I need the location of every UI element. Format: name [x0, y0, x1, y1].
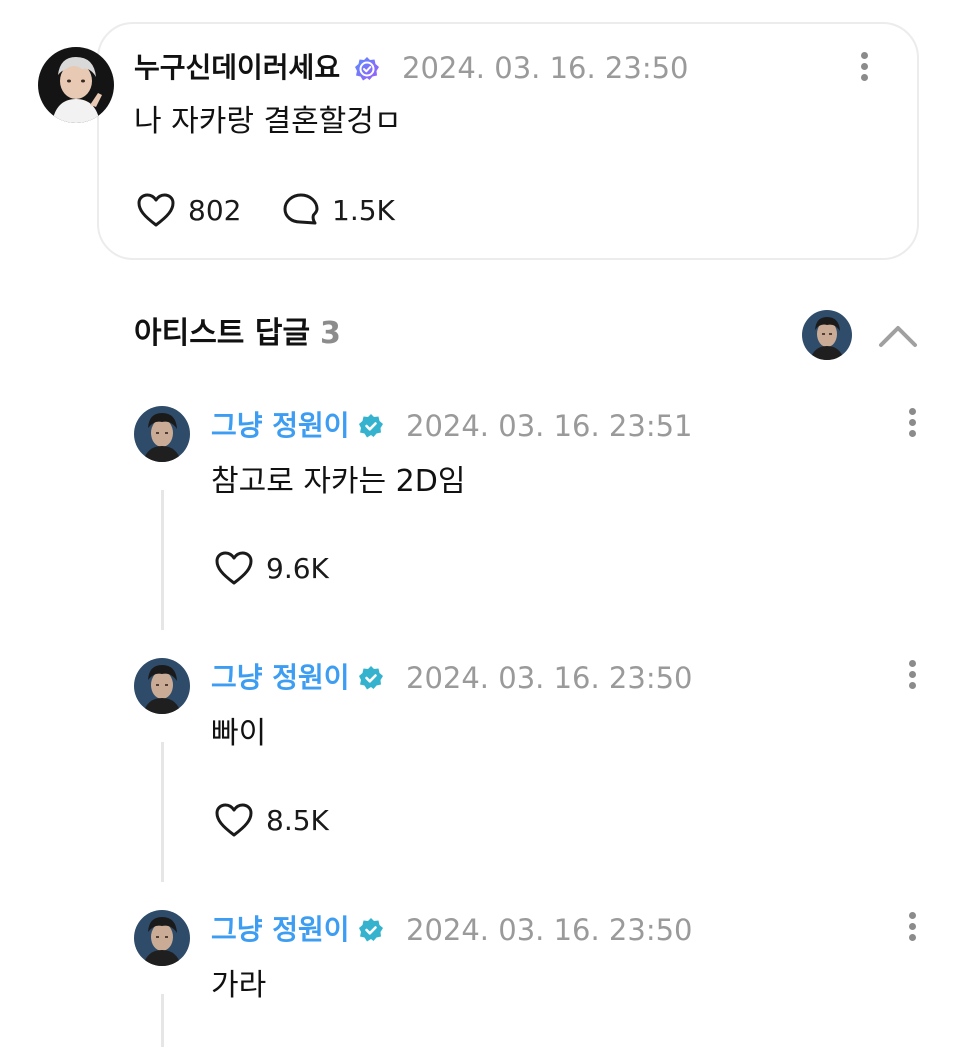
reply-author-avatar[interactable]: [134, 406, 190, 462]
verified-badge-icon: [359, 666, 383, 690]
collapse-chevron-up-icon[interactable]: [876, 318, 920, 352]
reply-text: 참고로 자카는 2D임: [211, 464, 466, 499]
thread-line: [161, 994, 164, 1047]
reply-timestamp: 2024. 03. 16. 23:50: [406, 661, 693, 695]
heart-icon: [137, 193, 175, 227]
artist-replies-count: 3: [320, 316, 341, 351]
reply-author-name[interactable]: 그냥 정원이: [211, 409, 350, 443]
thread-line: [161, 742, 164, 882]
reply-text: 빠이: [211, 716, 267, 751]
post-comment-button[interactable]: 1.5K: [282, 192, 395, 228]
post-timestamp: 2024. 03. 16. 23:50: [402, 51, 689, 85]
post-author-avatar[interactable]: [38, 47, 114, 123]
reply-like-button[interactable]: 9.6K: [214, 550, 329, 586]
reply-like-count: 8.5K: [266, 803, 329, 837]
reply-more-options-icon[interactable]: [907, 660, 917, 696]
artist-replies-header: 아티스트 답글 3: [134, 316, 341, 352]
reply-author-name[interactable]: 그냥 정원이: [211, 913, 350, 947]
reply-author-avatar[interactable]: [134, 658, 190, 714]
reply-author-name[interactable]: 그냥 정원이: [211, 661, 350, 695]
reply-more-options-icon[interactable]: [907, 912, 917, 948]
reply-timestamp: 2024. 03. 16. 23:51: [406, 409, 693, 443]
post-more-options-icon[interactable]: [859, 52, 869, 88]
post-like-button[interactable]: 802: [136, 192, 241, 228]
verified-badge-icon: [359, 414, 383, 438]
reply-author-avatar[interactable]: [134, 910, 190, 966]
reply-like-count: 9.6K: [266, 551, 329, 585]
verified-badge-icon: [359, 918, 383, 942]
comment-bubble-icon: [283, 193, 319, 225]
reply-timestamp: 2024. 03. 16. 23:50: [406, 913, 693, 947]
artist-replies-title: 아티스트 답글: [134, 316, 311, 351]
post-comment-count: 1.5K: [332, 193, 395, 227]
reply-text: 가라: [211, 968, 267, 1003]
post-text: 나 자카랑 결혼할겅ㅁ: [134, 104, 402, 139]
post-like-count: 802: [188, 193, 242, 227]
heart-icon: [215, 803, 253, 837]
heart-icon: [215, 551, 253, 585]
thread-line: [161, 490, 164, 630]
reply-more-options-icon[interactable]: [907, 408, 917, 444]
post-author-name[interactable]: 누구신데이러세요: [134, 51, 340, 85]
reply-like-button[interactable]: 8.5K: [214, 802, 329, 838]
verified-badge-icon: [355, 57, 379, 81]
artist-avatar-small[interactable]: [802, 310, 852, 360]
